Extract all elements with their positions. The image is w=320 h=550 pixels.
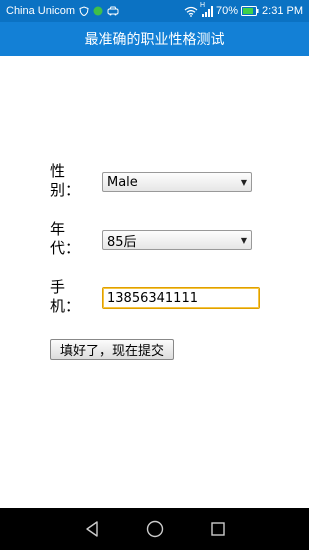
wifi-icon [184, 6, 198, 17]
car-icon [107, 6, 119, 16]
gender-label: 性 别： [50, 162, 81, 199]
home-icon[interactable] [145, 519, 165, 539]
back-icon[interactable] [82, 519, 102, 539]
wechat-icon [93, 6, 103, 16]
phone-row: 手 机： 13856341111 [50, 278, 270, 318]
status-bar: China Unicom H 70% 2:31 PM [0, 0, 309, 22]
signal-icon: H [200, 2, 213, 17]
battery-icon [241, 6, 259, 16]
gender-select-value: Male [107, 174, 138, 190]
app-bar: 最准确的职业性格测试 [0, 22, 309, 56]
recents-icon[interactable] [208, 519, 228, 539]
dropdown-arrow-icon: ▼ [240, 235, 247, 245]
generation-row: 年 代： 85后 ▼ [50, 220, 270, 260]
submit-button-label: 填好了，现在提交 [59, 344, 164, 359]
carrier-label: China Unicom [6, 5, 76, 17]
clock: 2:31 PM [262, 5, 303, 17]
nav-bar [0, 508, 309, 550]
network-type: H [200, 1, 206, 9]
phone-input-value: 13856341111 [107, 290, 198, 306]
generation-label: 年 代： [50, 220, 81, 257]
generation-select[interactable]: 85后 ▼ [102, 230, 252, 250]
phone-input[interactable]: 13856341111 [102, 287, 260, 309]
gender-select[interactable]: Male ▼ [102, 172, 252, 192]
app-title: 最准确的职业性格测试 [84, 32, 225, 48]
gender-row: 性 别： Male ▼ [50, 162, 270, 202]
phone-label: 手 机： [50, 278, 81, 315]
submit-button[interactable]: 填好了，现在提交 [50, 339, 174, 360]
shield-icon [79, 6, 89, 16]
dropdown-arrow-icon: ▼ [240, 177, 247, 187]
generation-select-value: 85后 [107, 234, 137, 250]
battery-percent: 70% [216, 5, 239, 17]
